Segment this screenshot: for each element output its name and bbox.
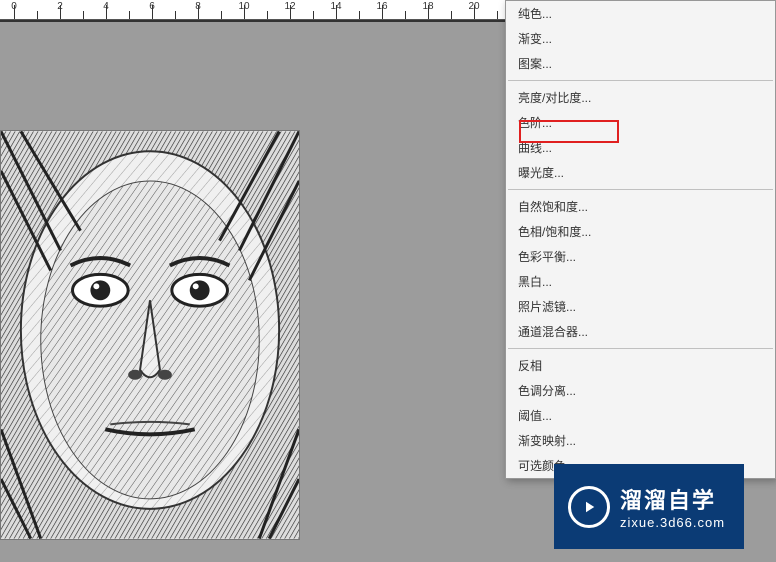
ruler-mark [428,5,429,19]
ruler-mark [221,11,222,19]
ruler-mark [152,5,153,19]
menu-item-15[interactable]: 阈值... [506,403,775,428]
menu-item-11[interactable]: 照片滤镜... [506,294,775,319]
ruler-mark [244,5,245,19]
canvas-top-border [0,20,505,28]
menu-separator [508,80,773,81]
menu-item-12[interactable]: 通道混合器... [506,319,775,344]
play-icon [568,486,610,528]
menu-item-0[interactable]: 纯色... [506,1,775,26]
ruler-mark [451,11,452,19]
menu-item-5[interactable]: 曲线... [506,135,775,160]
watermark-logo: 溜溜自学 zixue.3d66.com [554,464,744,549]
ruler-mark [14,5,15,19]
sketch-face-image [1,131,299,539]
menu-item-16[interactable]: 渐变映射... [506,428,775,453]
ruler-mark [382,5,383,19]
ruler-mark [106,5,107,19]
menu-item-14[interactable]: 色调分离... [506,378,775,403]
ruler-mark [83,11,84,19]
ruler-mark [129,11,130,19]
ruler-mark [336,5,337,19]
watermark-url: zixue.3d66.com [620,515,725,530]
menu-item-10[interactable]: 黑白... [506,269,775,294]
ruler-mark [313,11,314,19]
menu-item-7[interactable]: 自然饱和度... [506,194,775,219]
ruler-mark [474,5,475,19]
ruler-mark [60,5,61,19]
menu-item-1[interactable]: 渐变... [506,26,775,51]
menu-item-4[interactable]: 色阶... [506,110,775,135]
ruler-mark [175,11,176,19]
ruler-mark [359,11,360,19]
canvas-image[interactable] [0,130,300,540]
adjustment-layer-menu: 纯色...渐变...图案... 亮度/对比度...色阶...曲线...曝光度...… [505,0,776,479]
menu-item-2[interactable]: 图案... [506,51,775,76]
ruler-mark [37,11,38,19]
menu-item-6[interactable]: 曝光度... [506,160,775,185]
menu-item-9[interactable]: 色彩平衡... [506,244,775,269]
ruler-mark [267,11,268,19]
menu-item-8[interactable]: 色相/饱和度... [506,219,775,244]
menu-separator [508,189,773,190]
ruler-horizontal: 0 2 4 6 8 10 12 14 16 18 20 [0,0,505,20]
ruler-mark [497,11,498,19]
ruler-mark [290,5,291,19]
menu-item-13[interactable]: 反相 [506,353,775,378]
ruler-mark [198,5,199,19]
watermark-title: 溜溜自学 [620,483,725,515]
menu-separator [508,348,773,349]
menu-item-3[interactable]: 亮度/对比度... [506,85,775,110]
ruler-mark [405,11,406,19]
